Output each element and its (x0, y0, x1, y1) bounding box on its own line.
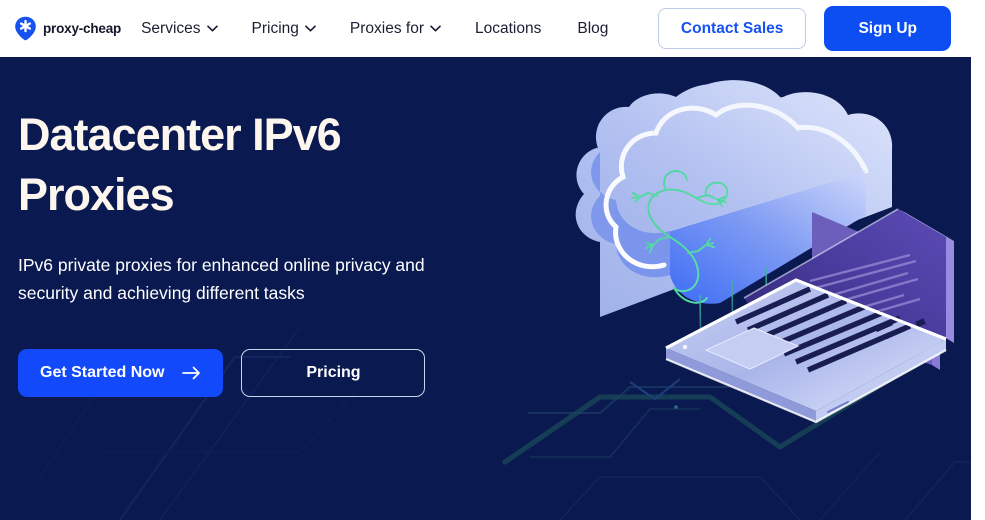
ground-trace (502, 364, 913, 465)
nav-actions: Contact Sales Sign Up (657, 6, 951, 51)
hero-section: Datacenter IPv6 Proxies IPv6 private pro… (0, 57, 985, 520)
gecko-outline-icon (631, 170, 729, 304)
pricing-button[interactable]: Pricing (241, 349, 426, 397)
isometric-cloud-laptop-gecko-illustration (502, 80, 954, 465)
page-root: proxy-cheap Services Pricing Proxies for (0, 0, 985, 520)
hero-copy: Datacenter IPv6 Proxies IPv6 private pro… (18, 105, 518, 397)
chevron-down-icon (305, 25, 316, 32)
nav-item-label: Locations (475, 19, 542, 37)
nav-item-pricing[interactable]: Pricing (252, 14, 316, 44)
page-scrollbar[interactable] (971, 0, 985, 520)
get-started-now-label: Get Started Now (40, 364, 165, 381)
nav-item-services[interactable]: Services (141, 14, 218, 44)
nav-item-label: Services (141, 19, 201, 37)
proxy-pin-asterisk-icon (14, 16, 37, 41)
nav-links: Services Pricing Proxies for Locations B… (141, 14, 658, 44)
chevron-down-icon (206, 25, 218, 32)
laptop-graphic (665, 208, 954, 424)
top-navigation-bar: proxy-cheap Services Pricing Proxies for (0, 0, 971, 57)
hero-cta-group: Get Started Now Pricing (18, 349, 518, 397)
nav-item-label: Pricing (251, 19, 299, 37)
nav-item-label: Blog (577, 19, 609, 37)
get-started-now-button[interactable]: Get Started Now (18, 349, 224, 397)
page-title: Datacenter IPv6 Proxies (18, 109, 342, 220)
chevron-down-icon (430, 25, 441, 32)
arrow-right-icon (182, 366, 201, 380)
brand-name: proxy-cheap (43, 21, 122, 36)
connection-lines (699, 266, 768, 368)
nav-item-proxies-for[interactable]: Proxies for (350, 14, 441, 44)
nav-item-label: Proxies for (349, 19, 424, 37)
nav-item-locations[interactable]: Locations (475, 14, 541, 44)
hero-subtitle: IPv6 private proxies for enhanced online… (18, 255, 425, 303)
contact-sales-button[interactable]: Contact Sales (657, 8, 807, 49)
cloud-graphic (575, 80, 893, 317)
sign-up-button[interactable]: Sign Up (824, 6, 951, 51)
nav-item-blog[interactable]: Blog (577, 14, 608, 44)
brand-logo[interactable]: proxy-cheap (14, 16, 121, 41)
